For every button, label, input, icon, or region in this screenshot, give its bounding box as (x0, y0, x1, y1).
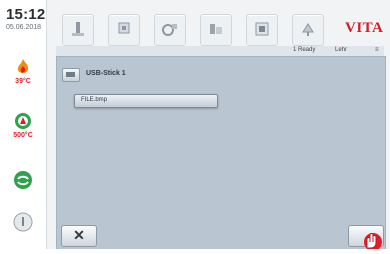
tool-button-1[interactable] (62, 14, 94, 46)
tool-button-3[interactable] (154, 14, 186, 46)
file-item[interactable]: FILE.bmp (74, 94, 218, 108)
brand-logo: VITA (345, 20, 384, 36)
program-status: 500°C (0, 112, 46, 139)
clock-date: 05.06.2018 (6, 24, 42, 31)
tool-icon-3 (162, 24, 177, 36)
status-sidebar: 15:12 05.06.2018 39°C 500°C (0, 0, 47, 249)
tool-button-2[interactable] (108, 14, 140, 46)
tool-icon-6 (302, 23, 314, 36)
program-icon (15, 113, 31, 129)
tool-button-4[interactable] (200, 14, 232, 46)
temperature-status: 39°C (0, 58, 46, 85)
temperature-value: 39°C (15, 78, 31, 85)
vacuum-icon (14, 171, 32, 189)
vacuum-status (0, 170, 46, 190)
file-name: FILE.bmp (81, 97, 108, 103)
clock-time: 15:12 (6, 6, 46, 23)
usb-device-label: USB-Stick 1 (86, 70, 126, 77)
header-indicator: ≡ (375, 47, 379, 53)
tool-icon-4 (210, 24, 222, 34)
touch-hand-icon (355, 228, 385, 251)
furnace-screen: 15:12 05.06.2018 39°C 500°C VITA 1 Ready… (0, 0, 390, 251)
program-temperature: 500°C (13, 132, 33, 139)
usb-drive-icon (62, 68, 80, 82)
cancel-button[interactable]: ✕ (61, 225, 97, 247)
tool-button-5[interactable] (246, 14, 278, 46)
tool-button-6[interactable] (292, 14, 324, 46)
info-icon (13, 212, 33, 232)
ready-status: 1 Ready (293, 47, 316, 53)
tool-icon-2 (118, 22, 130, 34)
close-icon: ✕ (73, 227, 85, 243)
flame-icon (16, 58, 30, 76)
file-browser-panel (56, 56, 386, 249)
info-status (0, 212, 46, 232)
top-toolbar (60, 14, 325, 46)
tool-icon-1 (72, 22, 84, 36)
lehr-status: Lehr (335, 47, 348, 53)
tool-icon-5 (255, 22, 269, 36)
